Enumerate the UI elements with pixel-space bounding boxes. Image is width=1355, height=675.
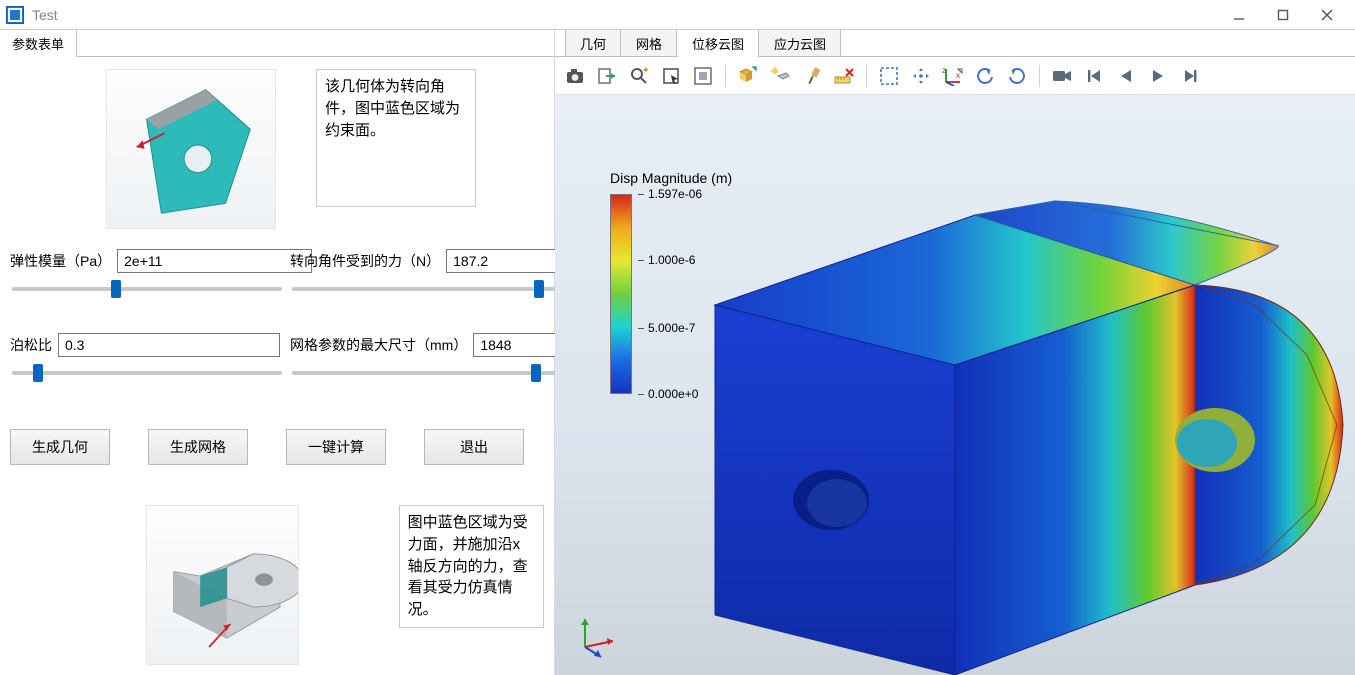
- tab-parameter-form[interactable]: 参数表单: [0, 30, 77, 56]
- visualization-panel: 几何 网格 位移云图 应力云图 ✦zx: [555, 30, 1355, 675]
- load-description: 图中蓝色区域为受力面，并施加沿x轴反方向的力，查看其受力仿真情况。: [399, 505, 544, 628]
- legend-tick: 0.000e+0: [638, 387, 698, 401]
- generate-geometry-button[interactable]: 生成几何: [10, 429, 110, 465]
- tab-stress-cloud[interactable]: 应力云图: [759, 30, 841, 56]
- camera-icon[interactable]: [561, 62, 589, 90]
- poisson-field: 泊松比: [10, 333, 280, 381]
- poisson-slider[interactable]: [12, 370, 282, 376]
- first-frame-icon[interactable]: [1080, 62, 1108, 90]
- legend-tick: 1.000e-6: [638, 253, 695, 267]
- toolbar-separator: [725, 65, 726, 87]
- app-icon: [6, 6, 24, 24]
- orientation-triad: [575, 611, 621, 657]
- right-tabs: 几何 网格 位移云图 应力云图: [555, 30, 1355, 57]
- toolbar-separator: [866, 65, 867, 87]
- minimize-button[interactable]: [1217, 1, 1261, 29]
- left-tabs: 参数表单: [0, 30, 554, 57]
- mesh-size-slider[interactable]: [292, 370, 562, 376]
- elastic-modulus-field: 弹性模量（Pa）: [10, 249, 280, 297]
- tab-displacement-cloud[interactable]: 位移云图: [677, 30, 759, 56]
- svg-text:✦: ✦: [642, 66, 649, 75]
- elastic-modulus-input[interactable]: [117, 249, 312, 273]
- rotate-cw-icon[interactable]: [1003, 62, 1031, 90]
- play-icon[interactable]: [1144, 62, 1172, 90]
- rotate-ccw-icon[interactable]: [971, 62, 999, 90]
- close-button[interactable]: [1305, 1, 1349, 29]
- export-icon[interactable]: [593, 62, 621, 90]
- next-frame-icon[interactable]: [1176, 62, 1204, 90]
- legend-bar: [610, 194, 632, 394]
- axes-icon[interactable]: zx: [939, 62, 967, 90]
- svg-text:x: x: [956, 71, 960, 80]
- record-icon[interactable]: [1048, 62, 1076, 90]
- force-slider[interactable]: [292, 286, 562, 292]
- ruler-delete-icon[interactable]: [830, 62, 858, 90]
- light-icon[interactable]: [766, 62, 794, 90]
- select-rect-icon[interactable]: [657, 62, 685, 90]
- load-preview-thumbnail: [146, 505, 299, 665]
- force-field: 转向角件受到的力（N）: [290, 249, 560, 297]
- marquee-icon[interactable]: [875, 62, 903, 90]
- tab-mesh[interactable]: 网格: [621, 30, 677, 56]
- color-legend: Disp Magnitude (m) 1.597e-06 1.000e-6 5.00…: [610, 170, 732, 394]
- svg-text:z: z: [942, 66, 946, 75]
- parameter-panel: 参数表单 该几何体为转向角件，图中蓝色区域为约束面。: [0, 30, 555, 675]
- exit-button[interactable]: 退出: [424, 429, 524, 465]
- poisson-label: 泊松比: [10, 335, 52, 355]
- maximize-button[interactable]: [1261, 1, 1305, 29]
- elastic-modulus-slider[interactable]: [12, 286, 282, 292]
- prev-frame-icon[interactable]: [1112, 62, 1140, 90]
- select-box-icon[interactable]: [689, 62, 717, 90]
- mesh-size-field: 网格参数的最大尺寸（mm）: [290, 333, 560, 381]
- legend-title: Disp Magnitude (m): [610, 170, 732, 186]
- tab-geometry[interactable]: 几何: [565, 30, 621, 56]
- constraint-preview-thumbnail: [106, 69, 276, 229]
- legend-tick: 1.597e-06: [638, 187, 702, 201]
- mesh-size-label: 网格参数的最大尺寸（mm）: [290, 335, 467, 355]
- legend-ticks: 1.597e-061.000e-65.000e-70.000e+0: [638, 194, 708, 394]
- zoom-fit-icon[interactable]: ✦: [625, 62, 653, 90]
- pan-icon[interactable]: [907, 62, 935, 90]
- viewport-3d[interactable]: Disp Magnitude (m) 1.597e-06 1.000e-6 5.00…: [555, 95, 1355, 675]
- toolbar-separator: [1039, 65, 1040, 87]
- force-label: 转向角件受到的力（N）: [290, 251, 440, 271]
- visualization-toolbar: ✦zx: [555, 57, 1355, 95]
- elastic-modulus-label: 弹性模量（Pa）: [10, 251, 111, 271]
- multi-viewport-icon[interactable]: [734, 62, 762, 90]
- window-title: Test: [32, 7, 1217, 23]
- constraint-description: 该几何体为转向角件，图中蓝色区域为约束面。: [316, 69, 476, 207]
- legend-tick: 5.000e-7: [638, 321, 695, 335]
- compute-button[interactable]: 一键计算: [286, 429, 386, 465]
- poisson-input[interactable]: [58, 333, 280, 357]
- window-titlebar: Test: [0, 0, 1355, 30]
- generate-mesh-button[interactable]: 生成网格: [148, 429, 248, 465]
- paint-icon[interactable]: [798, 62, 826, 90]
